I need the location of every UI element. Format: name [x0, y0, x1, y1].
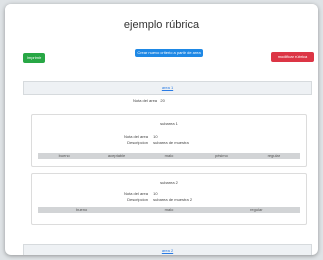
subarea-2-title: subarea 2 — [160, 180, 178, 185]
area-1-link[interactable]: area 1 — [162, 85, 173, 90]
subarea-1-grade-value: 10 — [153, 134, 158, 139]
subarea-1-title: subarea 1 — [160, 121, 178, 126]
area-2-row: area 2 — [23, 244, 312, 255]
subarea-2-card: subarea 2 Nota del area 10 Descripcion s… — [31, 173, 307, 225]
subarea-2-levels: bueno malo regular — [38, 207, 300, 213]
rubric-window: ejemplo rúbrica Imprimir Crear nuevo cri… — [5, 4, 318, 255]
print-button[interactable]: Imprimir — [23, 53, 45, 63]
level-label: pésimo — [214, 153, 228, 158]
level-label: malo — [164, 153, 174, 158]
level-label: bueno — [76, 207, 88, 212]
subarea-1-card: subarea 1 Nota del area 10 Descripcion s… — [31, 114, 307, 167]
subarea-2-description-label: Descripcion — [127, 197, 148, 202]
subarea-1-description-label: Descripcion — [127, 140, 148, 145]
modify-rubric-button[interactable]: modificar rúbrica — [271, 52, 314, 62]
area-1-grade: Nota del area 20 — [133, 98, 165, 103]
subarea-2-description: Descripcion subarea de muestra 2 — [122, 197, 192, 202]
create-criterion-button[interactable]: Crear nuevo criterio a partir de area — [135, 49, 203, 57]
area-2-link[interactable]: area 2 — [162, 248, 173, 253]
subarea-2-grade-label: Nota del area — [123, 191, 148, 196]
level-label: regular — [250, 207, 263, 212]
level-label: regular — [267, 153, 281, 158]
subarea-1-description-value: subarea de muestra — [153, 140, 189, 145]
subarea-2-description-value: subarea de muestra 2 — [153, 197, 193, 202]
level-label: aceptable — [107, 153, 126, 158]
area-1-grade-value: 20 — [160, 98, 165, 103]
subarea-2-grade: Nota del area 10 — [122, 191, 158, 196]
area-1-row: area 1 — [23, 81, 312, 95]
subarea-1-levels: bueno aceptable malo pésimo regular — [38, 153, 300, 159]
page-title: ejemplo rúbrica — [123, 19, 200, 31]
subarea-2-grade-value: 10 — [153, 191, 158, 196]
subarea-1-description: Descripcion subarea de muestra — [122, 140, 189, 145]
level-label: malo — [164, 207, 174, 212]
area-1-grade-label: Nota del area — [133, 98, 158, 103]
subarea-1-grade-label: Nota del area — [123, 134, 148, 139]
level-label: bueno — [58, 153, 70, 158]
subarea-1-grade: Nota del area 10 — [122, 134, 158, 139]
